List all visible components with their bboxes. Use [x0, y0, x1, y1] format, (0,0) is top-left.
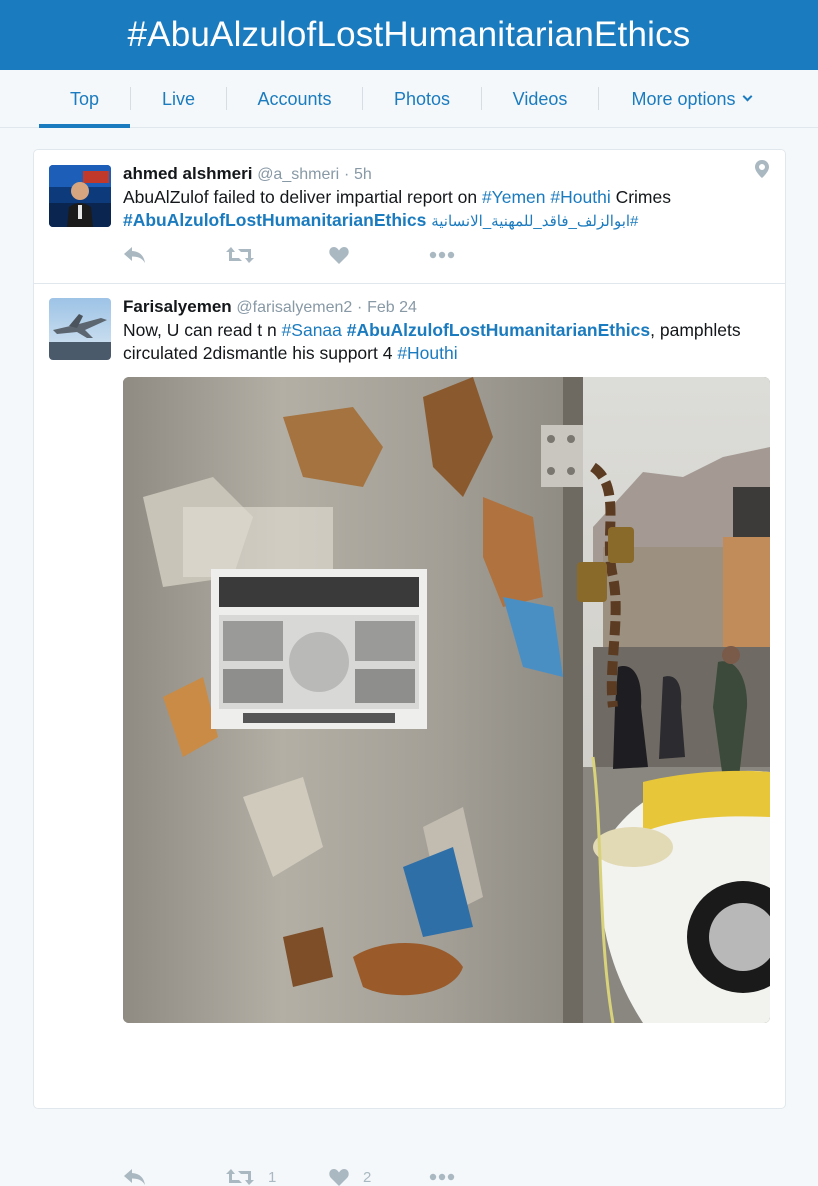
- more-dots-icon: [429, 1173, 455, 1181]
- like-count: 2: [363, 1168, 372, 1186]
- tab-videos-label: Videos: [512, 89, 568, 109]
- retweet-button[interactable]: 1: [226, 1168, 329, 1186]
- page-title: #AbuAlzulofLostHumanitarianEthics: [127, 15, 691, 54]
- tab-more-options-label: More options: [631, 89, 736, 109]
- retweet-button[interactable]: [226, 246, 329, 264]
- reply-button[interactable]: [123, 1168, 226, 1186]
- tweet[interactable]: Farisalyemen @farisalyemen2 · Feb 24 Now…: [34, 284, 785, 1186]
- text-segment: Crimes: [610, 187, 671, 207]
- avatar[interactable]: [49, 165, 111, 227]
- retweet-count: 1: [268, 1168, 277, 1186]
- tab-videos[interactable]: Videos: [482, 70, 598, 127]
- like-button[interactable]: [329, 246, 429, 264]
- retweet-icon: [226, 1169, 254, 1185]
- hashtag-link[interactable]: #Yemen: [482, 187, 546, 207]
- avatar[interactable]: [49, 298, 111, 360]
- location-pin-icon[interactable]: [755, 160, 769, 178]
- more-dots-icon: [429, 251, 455, 259]
- tweet-actions: 1 2: [123, 1168, 469, 1186]
- author-handle[interactable]: @a_shmeri: [257, 166, 339, 183]
- search-header: #AbuAlzulofLostHumanitarianEthics: [0, 0, 818, 70]
- more-button[interactable]: [429, 1173, 469, 1181]
- tab-more-options[interactable]: More options: [599, 70, 783, 127]
- street-photo: [123, 377, 770, 1023]
- tab-top[interactable]: Top: [39, 70, 130, 128]
- tweet-header: Farisalyemen @farisalyemen2 · Feb 24: [123, 296, 769, 318]
- tweet-timestamp[interactable]: 5h: [354, 166, 372, 183]
- tweet-text: Now, U can read t n #Sanaa #AbuAlzulofLo…: [123, 319, 769, 365]
- tweet-photo[interactable]: [123, 377, 770, 1023]
- tweet-actions: [123, 246, 469, 264]
- tweet-timestamp[interactable]: Feb 24: [367, 299, 417, 316]
- meta-separator: ·: [343, 166, 350, 183]
- like-button[interactable]: 2: [329, 1168, 429, 1186]
- tweet-text: AbuAlZulof failed to deliver impartial r…: [123, 186, 769, 233]
- reply-icon: [124, 1169, 145, 1185]
- text-segment: AbuAlZulof failed to deliver impartial r…: [123, 187, 482, 207]
- tab-photos[interactable]: Photos: [363, 70, 481, 127]
- text-segment: Now, U can read t n: [123, 320, 282, 340]
- tab-live-label: Live: [161, 89, 196, 109]
- avatar-image: [49, 298, 111, 360]
- tab-accounts[interactable]: Accounts: [227, 70, 362, 127]
- meta-separator: ·: [357, 299, 363, 316]
- heart-icon: [329, 1169, 349, 1186]
- author-handle[interactable]: @farisalyemen2: [236, 299, 352, 316]
- hashtag-link[interactable]: #Houthi: [550, 187, 610, 207]
- more-button[interactable]: [429, 251, 469, 259]
- hashtag-link[interactable]: #ابوالزلف_فاقد_للمهنية_الانسانية: [431, 213, 638, 230]
- search-tabs: Top Live Accounts Photos Videos More opt…: [0, 70, 818, 128]
- tweet[interactable]: ahmed alshmeri @a_shmeri · 5h AbuAlZulof…: [34, 150, 785, 284]
- timeline: ahmed alshmeri @a_shmeri · 5h AbuAlZulof…: [33, 149, 786, 1186]
- avatar-image: [49, 165, 111, 227]
- author-name[interactable]: Farisalyemen: [123, 297, 232, 316]
- chevron-down-icon: [742, 91, 752, 102]
- author-name[interactable]: ahmed alshmeri: [123, 164, 252, 183]
- retweet-icon: [226, 247, 254, 263]
- tab-photos-label: Photos: [393, 89, 451, 109]
- hashtag-link[interactable]: #AbuAlzulofLostHumanitarianEthics: [347, 320, 650, 340]
- reply-button[interactable]: [123, 246, 226, 264]
- heart-icon: [329, 247, 349, 264]
- hashtag-link[interactable]: #Houthi: [397, 343, 457, 363]
- tab-accounts-label: Accounts: [257, 89, 332, 109]
- reply-icon: [124, 247, 145, 263]
- tab-live[interactable]: Live: [131, 70, 226, 127]
- hashtag-link[interactable]: #AbuAlzulofLostHumanitarianEthics: [123, 210, 426, 230]
- tweet-header: ahmed alshmeri @a_shmeri · 5h: [123, 163, 769, 185]
- tab-top-label: Top: [69, 89, 100, 109]
- hashtag-link[interactable]: #Sanaa: [282, 320, 342, 340]
